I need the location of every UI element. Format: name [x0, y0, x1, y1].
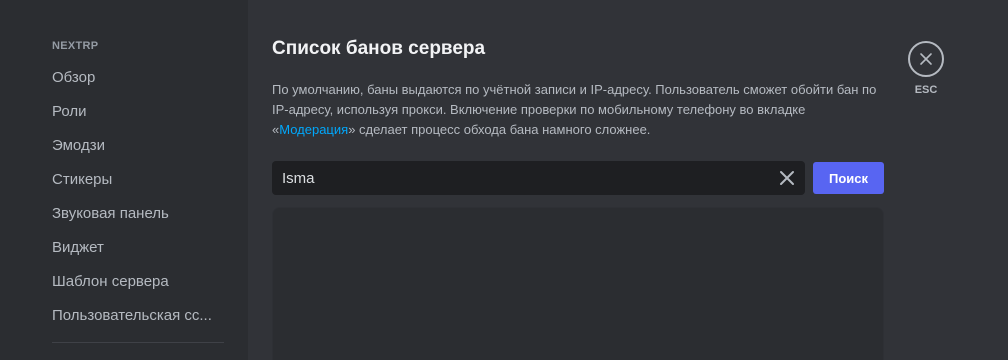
bans-content: Список банов сервера По умолчанию, баны … [248, 0, 1008, 360]
server-name-header: NEXTRP [52, 40, 99, 52]
bans-description: По умолчанию, баны выдаются по учётной з… [272, 80, 884, 140]
sidebar-item-vanity-url[interactable]: Пользовательская сс... [44, 299, 228, 331]
esc-label: ESC [914, 84, 938, 96]
sidebar-item-label: Пользовательская сс... [52, 306, 212, 324]
sidebar-item-label: Роли [52, 102, 87, 120]
search-box [272, 161, 805, 195]
sidebar-divider [52, 342, 224, 343]
settings-sidebar: NEXTRP Обзор Роли Эмодзи Стикеры Звукова… [0, 0, 248, 360]
sidebar-item-stickers[interactable]: Стикеры [44, 163, 228, 195]
close-settings: ESC [907, 41, 945, 96]
sidebar-item-label: Звуковая панель [52, 204, 169, 222]
sidebar-item-label: Эмодзи [52, 136, 105, 154]
moderation-link[interactable]: Модерация [279, 122, 348, 137]
close-icon [920, 53, 932, 65]
page-title: Список банов сервера [272, 38, 486, 59]
search-button[interactable]: Поиск [813, 162, 884, 194]
clear-icon[interactable] [778, 169, 796, 187]
sidebar-item-emoji[interactable]: Эмодзи [44, 129, 228, 161]
sidebar-item-widget[interactable]: Виджет [44, 231, 228, 263]
sidebar-item-soundboard[interactable]: Звуковая панель [44, 197, 228, 229]
sidebar-item-label: Виджет [52, 238, 104, 256]
close-button[interactable] [908, 41, 944, 77]
description-text: » сделает процесс обхода бана намного сл… [348, 122, 651, 137]
settings-window: NEXTRP Обзор Роли Эмодзи Стикеры Звукова… [0, 0, 1008, 360]
ban-results-panel [272, 207, 884, 360]
sidebar-item-overview[interactable]: Обзор [44, 61, 228, 93]
ban-search-input[interactable] [282, 169, 762, 187]
sidebar-item-roles[interactable]: Роли [44, 95, 228, 127]
search-row: Поиск [272, 161, 1008, 195]
sidebar-item-label: Шаблон сервера [52, 272, 169, 290]
sidebar-item-label: Стикеры [52, 170, 113, 188]
sidebar-item-label: Обзор [52, 68, 96, 86]
sidebar-item-server-template[interactable]: Шаблон сервера [44, 265, 228, 297]
